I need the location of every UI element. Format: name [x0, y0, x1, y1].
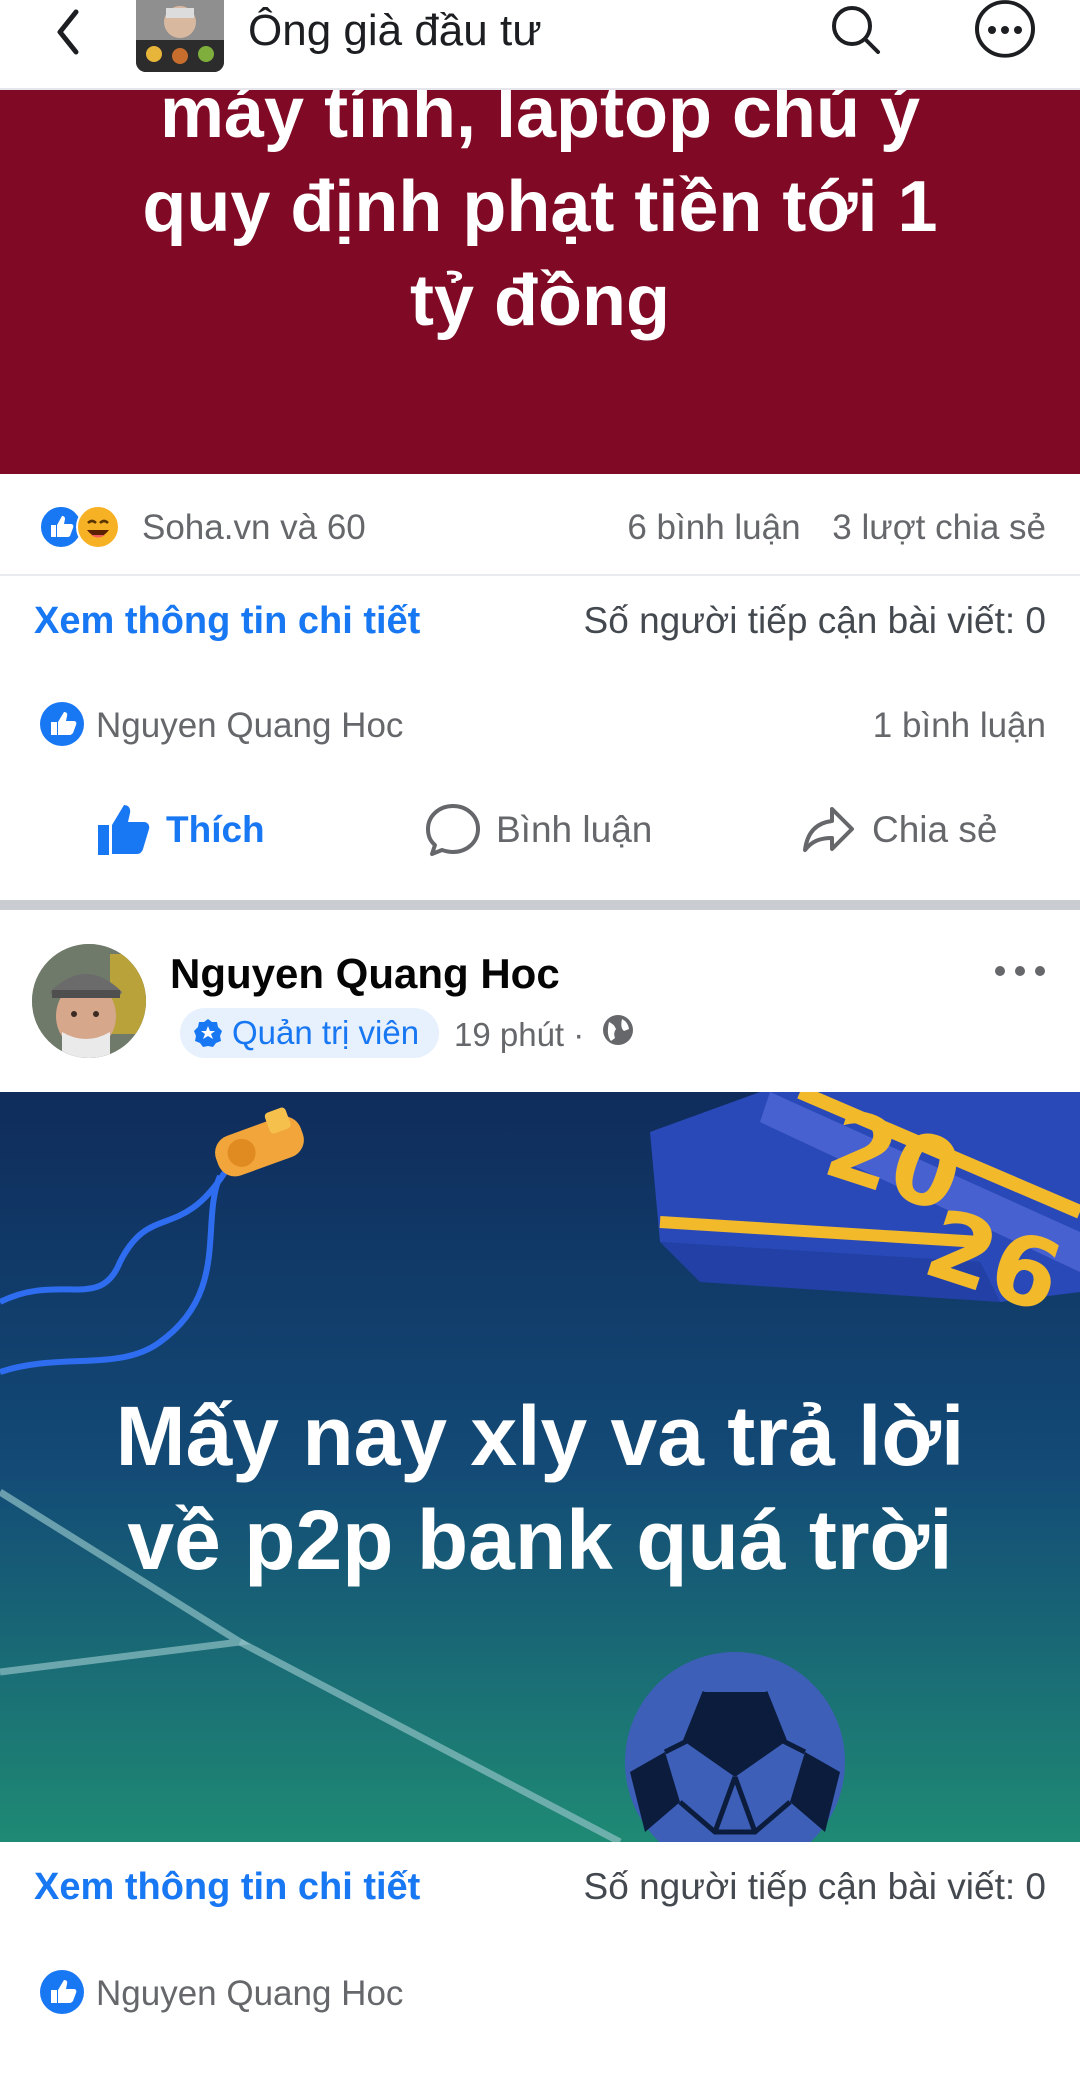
reach-text: Số người tiếp cận bài viết: 0 [583, 1866, 1046, 1907]
comment-bubble-icon [426, 804, 480, 856]
post-image[interactable]: máy tính, laptop chú ý quy định phạt tiề… [0, 90, 1080, 474]
thumbs-up-icon [98, 805, 150, 855]
top-bar: Ông già đầu tư [0, 0, 1080, 90]
post-header: Nguyen Quang Hoc Quản trị viên 19 phút · [0, 910, 1080, 1092]
admin-badge-label: Quản trị viên [232, 1014, 420, 1051]
reaction-summary-row[interactable]: Nguyen Quang Hoc [0, 1954, 1080, 2034]
image-text-line: tỷ đồng [410, 261, 670, 341]
liker-name: Nguyen Quang Hoc [96, 706, 404, 745]
like-reaction-icon [38, 700, 86, 748]
image-text-line: máy tính, laptop chú ý [159, 90, 921, 153]
comment-count[interactable]: 1 bình luận [873, 706, 1046, 746]
view-insights-link[interactable]: Xem thông tin chi tiết [34, 1866, 420, 1909]
reach-text: Số người tiếp cận bài viết: 0 [583, 600, 1046, 641]
post-actions: Thích Bình luận Chia sẻ [0, 780, 1080, 880]
insights-row: Xem thông tin chi tiết Số người tiếp cận… [0, 1844, 1080, 1934]
admin-star-icon [194, 1019, 222, 1047]
more-options-icon[interactable] [970, 0, 1040, 60]
image-text-line: quy định phạt tiền tới 1 [142, 167, 938, 247]
back-arrow-icon[interactable] [40, 2, 100, 62]
insights-row: Xem thông tin chi tiết Số người tiếp cận… [0, 578, 1080, 668]
reactions-icons[interactable] [38, 504, 134, 550]
share-label: Chia sẻ [872, 809, 998, 850]
post-timestamp[interactable]: 19 phút · [454, 1016, 584, 1054]
share-arrow-icon [803, 807, 854, 852]
globe-icon [600, 1012, 636, 1048]
comment-label: Bình luận [496, 809, 653, 850]
admin-badge[interactable]: Quản trị viên [180, 1008, 440, 1058]
comments-count[interactable]: 6 bình luận [627, 508, 800, 547]
reactions-label[interactable]: Soha.vn và 60 [142, 508, 366, 548]
view-insights-link[interactable]: Xem thông tin chi tiết [34, 600, 420, 643]
post-stats: Soha.vn và 60 6 bình luận 3 lượt chia sẻ [0, 474, 1080, 576]
like-label: Thích [166, 809, 265, 850]
shares-count[interactable]: 3 lượt chia sẻ [832, 508, 1046, 547]
author-avatar[interactable] [32, 944, 146, 1058]
author-name[interactable]: Nguyen Quang Hoc [170, 950, 560, 998]
comment-button[interactable]: Bình luận [424, 780, 652, 880]
liker-name: Nguyen Quang Hoc [96, 1974, 404, 2013]
post-image[interactable]: 20 26 Mấy nay xly va trả lời về p2p bank… [0, 1092, 1080, 1842]
comment-preview-row[interactable]: Nguyen Quang Hoc 1 bình luận [0, 686, 1080, 766]
post-separator [0, 900, 1080, 910]
share-button[interactable]: Chia sẻ [800, 780, 997, 880]
post-more-icon[interactable] [990, 956, 1050, 986]
image-caption-line: về p2p bank quá trời [127, 1493, 953, 1587]
group-avatar[interactable] [136, 0, 224, 72]
group-title[interactable]: Ông già đầu tư [248, 6, 542, 56]
search-icon[interactable] [826, 0, 886, 60]
like-reaction-icon [38, 1968, 86, 2016]
image-caption-line: Mấy nay xly va trả lời [115, 1389, 965, 1483]
like-button[interactable]: Thích [94, 780, 265, 880]
